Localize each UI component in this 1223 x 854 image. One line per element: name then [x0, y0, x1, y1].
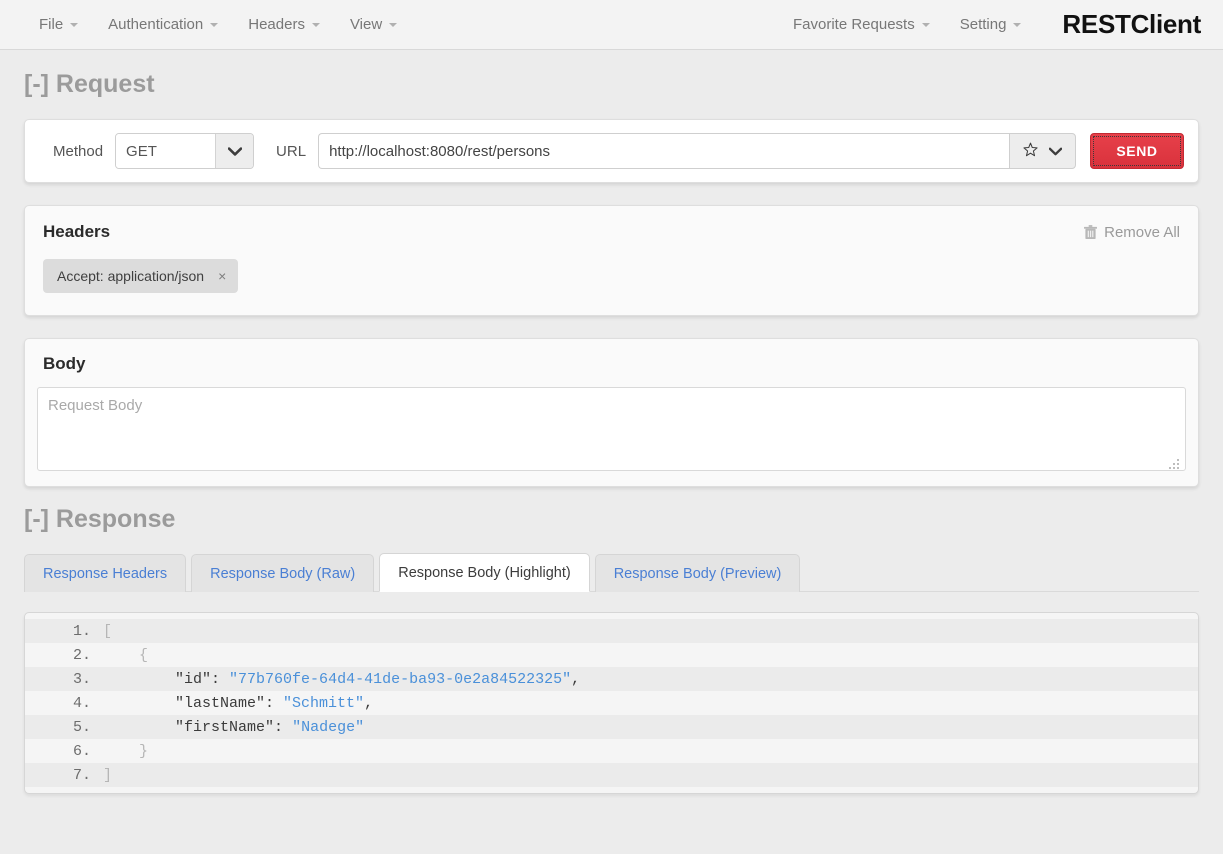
code-line: 4. "lastName": "Schmitt",	[25, 691, 1198, 715]
method-select[interactable]: GET	[115, 133, 255, 169]
code-line: 3. "id": "77b760fe-64d4-41de-ba93-0e2a84…	[25, 667, 1198, 691]
navbar-right-menu: Favorite Requests Setting RESTClient	[778, 8, 1201, 41]
code-token: ]	[103, 766, 113, 784]
nav-item-label: Headers	[248, 16, 305, 33]
line-number: 3.	[72, 670, 91, 688]
tab-response-body-raw[interactable]: Response Body (Raw)	[191, 554, 375, 592]
request-section-title[interactable]: [-] Request	[0, 72, 1223, 97]
menu-favorite-requests[interactable]: Favorite Requests	[778, 8, 945, 41]
code-token: ,	[364, 694, 374, 712]
method-select-value: GET	[116, 134, 216, 168]
code-token: "id"	[175, 670, 212, 688]
body-panel: Body	[24, 338, 1199, 487]
body-textarea-wrap	[25, 387, 1198, 486]
code-line-text: {	[103, 647, 148, 664]
menu-file[interactable]: File	[24, 8, 93, 41]
nav-item-label: File	[39, 16, 64, 33]
code-token: :	[274, 718, 293, 736]
menu-headers[interactable]: Headers	[233, 8, 335, 41]
code-line: 6. }	[25, 739, 1198, 763]
chevron-down-icon	[389, 22, 398, 27]
headers-panel: Headers Remove All Accept: application/j…	[24, 205, 1199, 316]
chevron-down-icon	[311, 22, 320, 27]
code-token: [	[103, 622, 113, 640]
menu-setting[interactable]: Setting	[945, 8, 1037, 41]
code-token: "lastName"	[175, 694, 266, 712]
nav-item-label: Favorite Requests	[792, 16, 915, 33]
chevron-down-icon[interactable]	[1048, 143, 1063, 160]
remove-all-label: Remove All	[1104, 223, 1180, 241]
nav-item-label: Authentication	[108, 16, 204, 33]
line-number: 6.	[72, 742, 91, 760]
header-tag-label: Accept: application/json	[57, 268, 205, 284]
code-line-text: [	[103, 623, 112, 640]
headers-tag-list: Accept: application/json ×	[25, 242, 1198, 315]
response-tabs: Response Headers Response Body (Raw) Respo…	[24, 552, 1199, 592]
star-icon[interactable]	[1023, 142, 1038, 161]
code-token: {	[103, 646, 149, 664]
body-title: Body	[43, 354, 86, 373]
code-line: 7.]	[25, 763, 1198, 787]
code-line: 1. [	[25, 619, 1198, 643]
code-token: }	[103, 742, 149, 760]
code-line: 2. {	[25, 643, 1198, 667]
chevron-down-icon	[921, 22, 930, 27]
chevron-down-icon	[70, 22, 79, 27]
request-section-header: [-] Request	[0, 50, 1223, 119]
response-section-title[interactable]: [-] Response	[0, 507, 1223, 532]
headers-title: Headers	[43, 222, 111, 241]
remove-all-button[interactable]: Remove All	[1084, 224, 1180, 241]
header-tag[interactable]: Accept: application/json ×	[43, 259, 239, 293]
nav-item-label: Setting	[959, 16, 1007, 33]
code-line-text: ]	[103, 767, 112, 784]
chevron-down-icon	[210, 22, 219, 27]
response-body-highlight: 1.[2. {3. "id": "77b760fe-64d4-41de-ba93…	[24, 612, 1199, 794]
app-brand: RESTClient	[1062, 9, 1201, 39]
top-navbar: File Authentication Headers View Favorite R…	[0, 0, 1223, 50]
tab-response-body-highlight[interactable]: Response Body (Highlight)	[379, 553, 590, 592]
menu-authentication[interactable]: Authentication	[93, 8, 233, 41]
line-number: 2.	[72, 646, 91, 664]
line-number: 1.	[72, 622, 91, 640]
code-token: ,	[571, 670, 581, 688]
body-panel-header: Body	[25, 339, 1198, 387]
nav-item-label: View	[349, 16, 383, 33]
chevron-down-icon	[215, 134, 254, 168]
tab-response-body-preview[interactable]: Response Body (Preview)	[594, 554, 801, 592]
trash-icon	[1084, 224, 1098, 240]
url-input[interactable]	[318, 133, 1009, 169]
line-number: 7.	[72, 766, 91, 784]
response-section-header: [-] Response	[0, 487, 1223, 552]
send-button[interactable]: SEND	[1090, 133, 1184, 169]
method-label: Method	[53, 142, 104, 160]
code-line-text: "lastName": "Schmitt",	[103, 695, 373, 712]
request-urlbar-panel: Method GET URL SEND	[24, 119, 1199, 183]
code-line-text: }	[103, 743, 148, 760]
request-urlbar: Method GET URL SEND	[25, 120, 1198, 182]
code-token: :	[265, 694, 284, 712]
line-number: 4.	[72, 694, 91, 712]
chevron-down-icon	[1013, 22, 1022, 27]
headers-panel-header: Headers Remove All	[25, 206, 1198, 242]
code-line-text: "id": "77b760fe-64d4-41de-ba93-0e2a84522…	[103, 671, 580, 688]
code-token: :	[211, 670, 230, 688]
code-token: "Nadege"	[292, 718, 365, 736]
code-line-text: "firstName": "Nadege"	[103, 719, 364, 736]
url-addon-buttons[interactable]	[1009, 133, 1076, 169]
menu-view[interactable]: View	[335, 8, 412, 41]
tab-response-headers[interactable]: Response Headers	[24, 554, 187, 592]
code-token: "Schmitt"	[283, 694, 365, 712]
code-token: "77b760fe-64d4-41de-ba93-0e2a84522325"	[229, 670, 572, 688]
navbar-left-menu: File Authentication Headers View	[24, 8, 412, 41]
request-body-input[interactable]	[37, 387, 1186, 471]
code-line: 5. "firstName": "Nadege"	[25, 715, 1198, 739]
line-number: 5.	[72, 718, 91, 736]
close-icon[interactable]: ×	[218, 269, 226, 283]
code-token: "firstName"	[175, 718, 275, 736]
url-label: URL	[276, 142, 307, 160]
